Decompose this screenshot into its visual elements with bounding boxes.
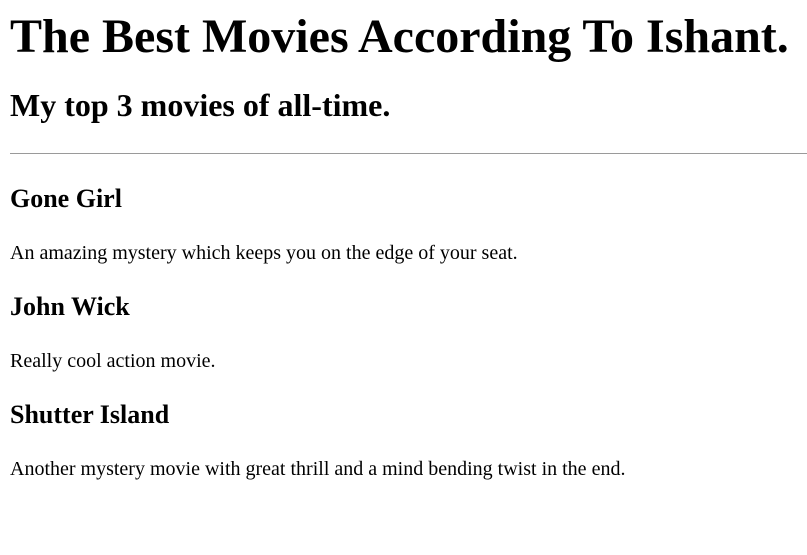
movie-description: Another mystery movie with great thrill … [10,458,626,480]
movie-title: Gone Girl [10,184,122,213]
page-title: The Best Movies According To Ishant. [10,10,789,63]
movie-item-shutter-island: Shutter Island Another mystery movie wit… [10,400,797,481]
movie-item-gone-girl: Gone Girl An amazing mystery which keeps… [10,184,797,265]
movie-description: An amazing mystery which keeps you on th… [10,242,518,264]
page-content: The Best Movies According To Ishant. My … [0,0,807,481]
movie-description: Really cool action movie. [10,350,216,372]
page-subtitle: My top 3 movies of all-time. [10,87,391,123]
divider [10,153,807,154]
movie-title: John Wick [10,292,130,321]
movie-title: Shutter Island [10,400,170,429]
movie-item-john-wick: John Wick Really cool action movie. [10,292,797,373]
